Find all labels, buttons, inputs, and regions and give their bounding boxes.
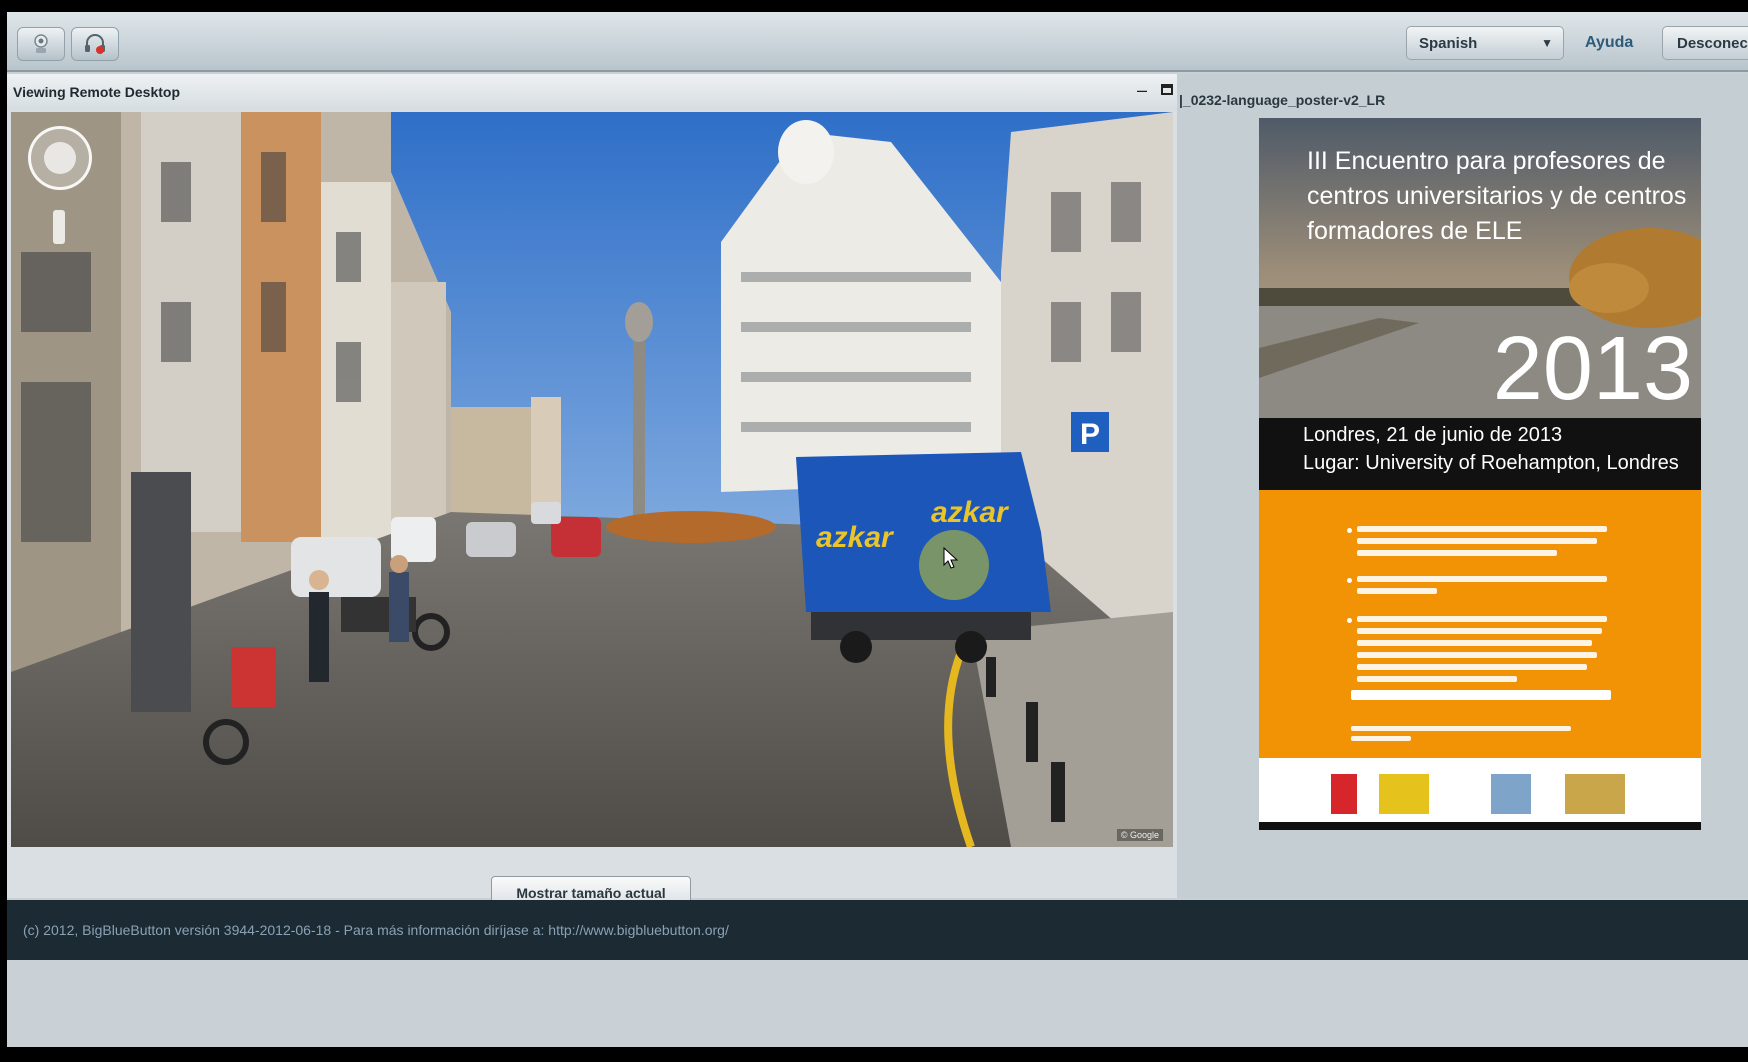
poster-year: 2013	[1492, 319, 1693, 419]
top-toolbar: Spanish ▼ Ayuda Desconec	[7, 12, 1748, 72]
presentation-slide: III Encuentro para profesores de centros…	[1259, 118, 1701, 830]
svg-text:P: P	[1080, 418, 1100, 451]
language-select[interactable]: Spanish ▼	[1406, 26, 1564, 60]
roehampton-logo	[1565, 774, 1625, 814]
imagery-copyright: © Google	[1116, 829, 1163, 841]
presentation-panel: |_0232-language_poster-v2_LR III Encuent…	[1177, 74, 1748, 898]
webcam-icon	[34, 34, 48, 53]
disconnect-button[interactable]: Desconec	[1662, 26, 1748, 60]
footer-copyright: (c) 2012, BigBlueButton versión 3944-201…	[23, 922, 729, 938]
instituto-cervantes-logo	[1331, 774, 1357, 814]
webcam-button[interactable]	[17, 27, 65, 61]
open-university-logo	[1491, 774, 1531, 814]
chevron-down-icon: ▼	[1541, 36, 1553, 50]
poster-heading: III Encuentro para profesores de centros…	[1307, 147, 1687, 245]
street-view-photo: P azkar azkar	[11, 112, 1173, 847]
bigbluebutton-client: Spanish ▼ Ayuda Desconec Viewing Remote …	[7, 12, 1748, 1047]
remote-desktop-window: Viewing Remote Desktop – P azkar azkar ©…	[7, 74, 1177, 910]
audio-button[interactable]	[71, 27, 119, 61]
maximize-button[interactable]	[1161, 84, 1173, 95]
remote-desktop-view[interactable]: P azkar azkar © Google	[11, 112, 1173, 847]
help-link[interactable]: Ayuda	[1585, 34, 1633, 52]
poster-date-band: Londres, 21 de junio de 2013 Lugar: Univ…	[1259, 418, 1701, 490]
presentation-title: |_0232-language_poster-v2_LR	[1179, 92, 1386, 108]
zoom-slider-icon[interactable]	[53, 210, 65, 244]
status-footer: (c) 2012, BigBlueButton versión 3944-201…	[7, 900, 1748, 960]
svg-text:azkar: azkar	[931, 496, 1010, 529]
window-titlebar[interactable]: Viewing Remote Desktop –	[7, 74, 1177, 110]
poster-url	[1351, 690, 1611, 700]
poster-details	[1259, 490, 1701, 758]
spain-government-logo	[1379, 774, 1429, 814]
mouse-pointer-icon	[943, 547, 959, 569]
language-select-value: Spanish	[1419, 35, 1478, 52]
poster-venue: Lugar: University of Roehampton, Londres	[1303, 452, 1679, 474]
minimize-button[interactable]: –	[1137, 80, 1147, 101]
poster-logos	[1259, 758, 1701, 830]
svg-text:azkar: azkar	[816, 521, 895, 554]
pan-control-icon[interactable]	[28, 126, 92, 190]
headset-icon	[85, 34, 105, 54]
poster-date: Londres, 21 de junio de 2013	[1303, 424, 1563, 446]
window-title: Viewing Remote Desktop	[13, 84, 181, 100]
